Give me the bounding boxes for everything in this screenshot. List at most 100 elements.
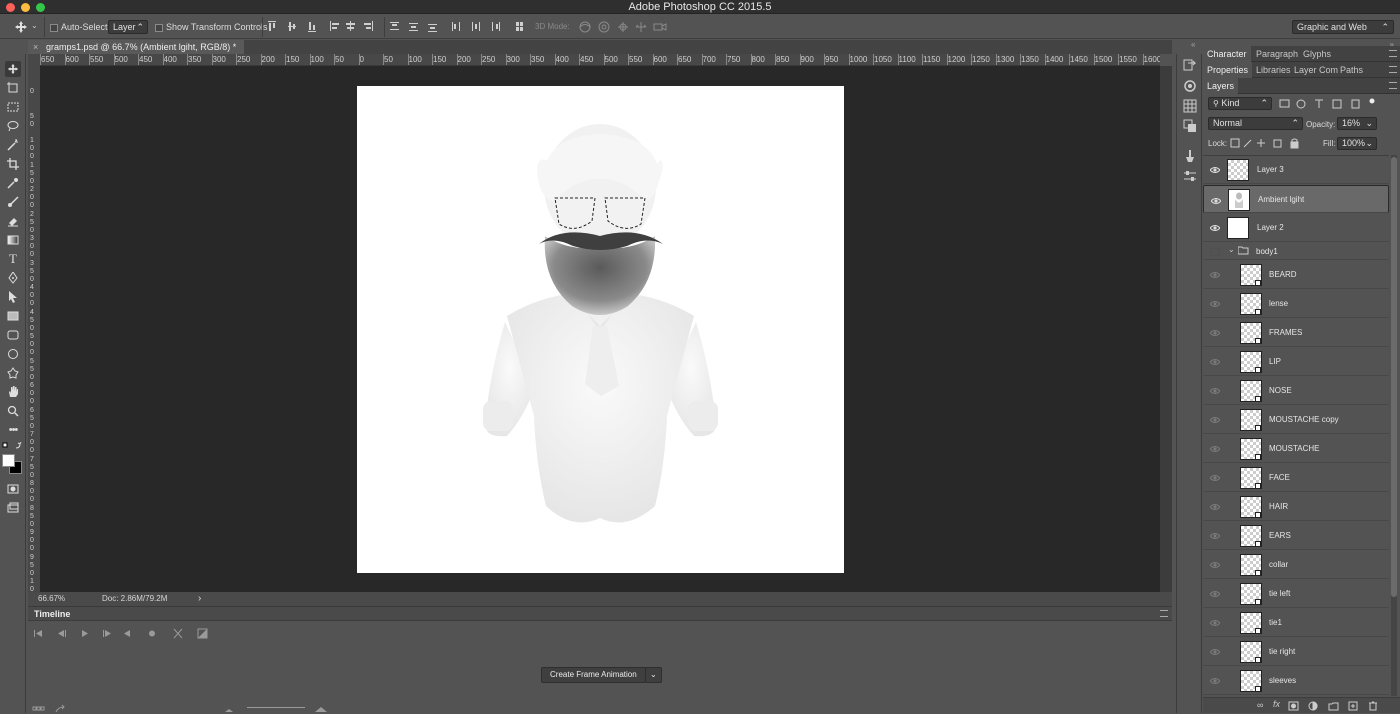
fill-input[interactable]: 100% ⌄ (1337, 137, 1377, 150)
zoom-tool-icon[interactable] (5, 403, 21, 419)
visibility-eye-icon[interactable] (1209, 224, 1221, 232)
tab-character[interactable]: Character (1203, 46, 1251, 62)
layer-row[interactable]: EARS (1203, 522, 1389, 550)
auto-select-dropdown[interactable]: Layer ⌃ (108, 20, 148, 34)
hand-tool-icon[interactable] (5, 384, 21, 400)
visibility-eye-icon[interactable] (1209, 474, 1221, 482)
layer-row[interactable]: NOSE (1203, 377, 1389, 405)
swap-colors-icon[interactable] (2, 442, 24, 450)
visibility-eye-icon[interactable] (1209, 532, 1221, 540)
visibility-eye-icon[interactable] (1209, 166, 1221, 174)
brush-tool-icon[interactable] (5, 194, 21, 210)
panel-menu-icon[interactable] (1389, 66, 1397, 73)
color-icon[interactable] (1183, 79, 1197, 93)
opacity-input[interactable]: 16% ⌄ (1337, 117, 1377, 130)
lock-icons[interactable] (1230, 138, 1302, 149)
layers-scrollbar[interactable] (1391, 155, 1397, 696)
rounded-rectangle-tool-icon[interactable] (5, 327, 21, 343)
artboard-tool-icon[interactable] (5, 80, 21, 96)
layer-row[interactable]: tie1 (1203, 609, 1389, 637)
layer-group-row[interactable]: ⌄ body1 (1203, 243, 1389, 260)
pen-tool-icon[interactable] (5, 270, 21, 286)
layer-row[interactable]: Layer 2 (1203, 214, 1389, 242)
layer-row[interactable]: HAIR (1203, 493, 1389, 521)
canvas-area[interactable] (40, 66, 1160, 592)
visibility-eye-icon[interactable] (1209, 416, 1221, 424)
link-layers-icon[interactable]: ∞ (1257, 700, 1263, 710)
zoom-window-button[interactable] (36, 3, 45, 12)
tab-glyphs[interactable]: Glyphs (1299, 46, 1335, 62)
timeline-controls-icon[interactable] (34, 628, 214, 640)
properties-icon[interactable] (1183, 169, 1197, 183)
more-tools-icon[interactable]: ••• (5, 422, 21, 438)
brush-settings-icon[interactable] (1183, 149, 1197, 163)
swatches-icon[interactable] (1183, 99, 1197, 113)
marquee-tool-icon[interactable] (5, 99, 21, 115)
layer-row[interactable]: sleeves (1203, 667, 1389, 695)
ellipse-tool-icon[interactable] (5, 346, 21, 362)
visibility-eye-icon[interactable] (1209, 445, 1221, 453)
history-icon[interactable] (1183, 59, 1197, 73)
workspace-switcher[interactable]: Graphic and Web ⌃ (1292, 20, 1394, 34)
layer-row[interactable]: tie right (1203, 638, 1389, 666)
visibility-eye-icon[interactable] (1209, 300, 1221, 308)
adjustments-icon[interactable] (1183, 119, 1197, 133)
quick-mask-icon[interactable] (5, 481, 21, 497)
visibility-eye-icon[interactable] (1209, 677, 1221, 685)
foreground-color-swatch[interactable] (2, 454, 15, 467)
eyedropper-tool-icon[interactable] (5, 175, 21, 191)
animation-type-dropdown[interactable]: ⌄ (645, 667, 662, 683)
move-tool-icon[interactable] (5, 61, 21, 77)
visibility-eye-icon[interactable] (1209, 590, 1221, 598)
document-tab[interactable]: × gramps1.psd @ 66.7% (Ambient lgiht, RG… (28, 40, 245, 54)
blend-mode-dropdown[interactable]: Normal ⌃ (1208, 117, 1303, 130)
layer-row[interactable]: tie left (1203, 580, 1389, 608)
minimize-window-button[interactable] (21, 3, 30, 12)
eraser-tool-icon[interactable] (5, 213, 21, 229)
layer-row[interactable]: lense (1203, 290, 1389, 318)
move-tool-icon[interactable] (14, 21, 28, 33)
visibility-eye-icon[interactable] (1209, 247, 1220, 257)
zoom-level[interactable]: 66.67% (38, 592, 65, 606)
screen-mode-icon[interactable] (5, 500, 21, 516)
layer-row[interactable]: FACE (1203, 464, 1389, 492)
gradient-tool-icon[interactable] (5, 232, 21, 248)
layer-row[interactable]: Layer 3 (1203, 156, 1389, 184)
collapse-panels-icon[interactable]: « (1191, 40, 1195, 49)
timeline-menu-icon[interactable] (1160, 610, 1168, 617)
lasso-tool-icon[interactable] (5, 118, 21, 134)
custom-shape-tool-icon[interactable] (5, 365, 21, 381)
visibility-eye-icon[interactable] (1209, 648, 1221, 656)
rectangle-tool-icon[interactable] (5, 308, 21, 324)
visibility-eye-icon[interactable] (1209, 561, 1221, 569)
horizontal-ruler[interactable]: 650 600 550 500 450 400 350 300 250 200 150 100 50 0 5… (40, 54, 1160, 66)
layer-row[interactable]: MOUSTACHE copy (1203, 406, 1389, 434)
auto-select-checkbox[interactable]: Auto-Select: (50, 21, 110, 33)
group-expand-chevron-icon[interactable]: ⌄ (1228, 245, 1235, 254)
magic-wand-tool-icon[interactable] (5, 137, 21, 153)
create-frame-animation-button[interactable]: Create Frame Animation (541, 667, 646, 683)
visibility-eye-icon[interactable] (1210, 196, 1222, 204)
ruler-origin[interactable] (28, 54, 40, 66)
layer-row[interactable]: collar (1203, 551, 1389, 579)
status-menu-arrow-icon[interactable]: › (198, 592, 201, 606)
layer-filter-icons[interactable] (1279, 98, 1377, 110)
panel-menu-icon[interactable] (1389, 50, 1397, 57)
layer-row[interactable]: LIP (1203, 348, 1389, 376)
panel-menu-icon[interactable] (1389, 82, 1397, 89)
visibility-eye-icon[interactable] (1209, 358, 1221, 366)
tab-paragraph[interactable]: Paragraph (1252, 46, 1302, 62)
visibility-eye-icon[interactable] (1209, 329, 1221, 337)
document-canvas[interactable] (357, 86, 844, 573)
layer-row[interactable]: FRAMES (1203, 319, 1389, 347)
tab-paths[interactable]: Paths (1336, 62, 1367, 78)
tab-properties[interactable]: Properties (1203, 62, 1253, 78)
vertical-ruler[interactable]: 0 50 100 150 200 250 300 350 400 450 500 550 600 650 7… (28, 66, 40, 592)
tab-libraries[interactable]: Libraries (1252, 62, 1295, 78)
visibility-eye-icon[interactable] (1209, 271, 1221, 279)
layer-row[interactable]: BEARD (1203, 261, 1389, 289)
close-tab-icon[interactable]: × (33, 40, 38, 54)
distribute-buttons-icon[interactable] (390, 21, 530, 33)
type-tool-icon[interactable]: T (5, 251, 21, 267)
visibility-eye-icon[interactable] (1209, 387, 1221, 395)
